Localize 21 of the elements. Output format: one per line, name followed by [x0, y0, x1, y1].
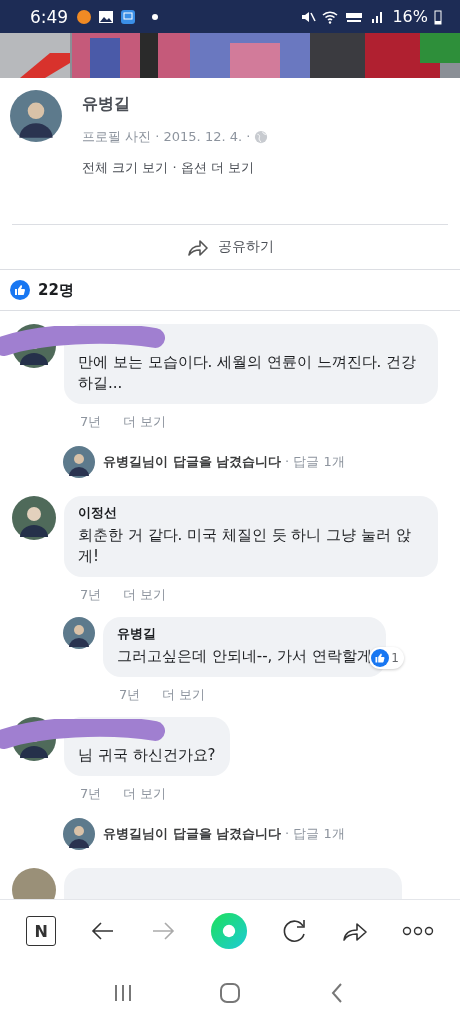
- author-name[interactable]: 유병길: [82, 94, 269, 115]
- reaction-badge[interactable]: 1: [369, 647, 404, 669]
- comment-text: 회춘한 거 같다. 미국 체질인 듯 하니 그냥 눌러 앉게!: [78, 525, 412, 567]
- comment-text: 님 귀국 하신건가요?: [78, 745, 216, 766]
- commenter-name[interactable]: 이정선: [78, 504, 424, 522]
- comment-age: 7년: [80, 785, 102, 803]
- comment-text: 만에 보는 모습이다. 세월의 연륜이 느껴진다. 건강하길...: [78, 352, 418, 394]
- post-links[interactable]: 전체 크기 보기 · 옵션 더 보기: [82, 159, 269, 177]
- clock: 6:49: [30, 6, 69, 27]
- share-button[interactable]: 공유하기: [178, 229, 282, 265]
- reply-summary[interactable]: 유병길님이 답글을 남겼습니다: [103, 453, 282, 471]
- reply-summary[interactable]: 유병길님이 답글을 남겼습니다: [103, 825, 282, 843]
- home-button[interactable]: N: [26, 916, 57, 946]
- post-meta: 프로필 사진 · 2015. 12. 4. ·: [82, 128, 251, 146]
- comment-age: 7년: [80, 413, 102, 431]
- comment-age: 7년: [119, 686, 141, 704]
- commenter-name[interactable]: 유병길: [117, 625, 372, 643]
- battery-level: 16%: [392, 7, 428, 26]
- like-count[interactable]: 22명: [38, 280, 74, 300]
- comment-text: 그러고싶은데 안되네--, 가서 연락할게: [117, 646, 372, 667]
- comment-age: 7년: [80, 586, 102, 604]
